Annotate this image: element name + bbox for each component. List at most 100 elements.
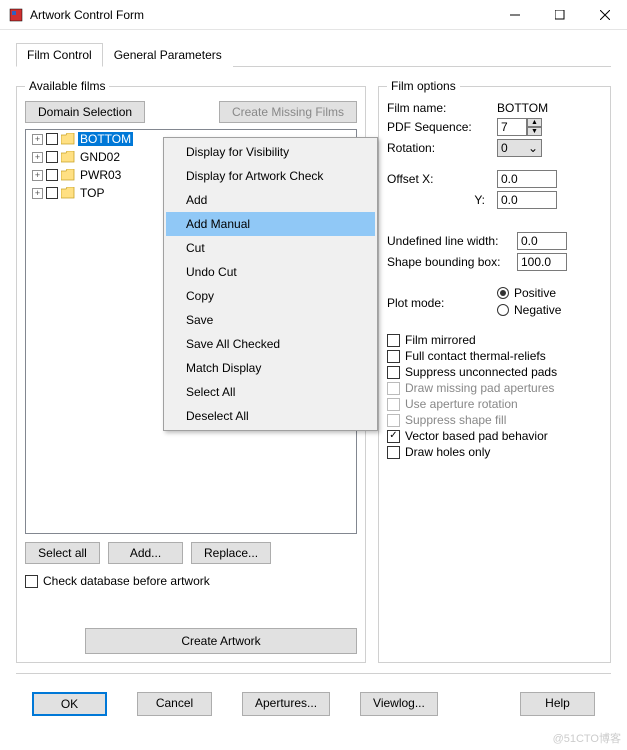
check-database-checkbox[interactable]: Check database before artwork (25, 574, 357, 588)
tree-item-label: TOP (78, 186, 106, 200)
tab-bar: Film Control General Parameters (16, 42, 611, 67)
rotation-label: Rotation: (387, 141, 497, 155)
checkbox-icon (387, 398, 400, 411)
plot-mode-label: Plot mode: (387, 296, 497, 310)
expander-icon[interactable]: + (32, 170, 43, 181)
folder-icon (61, 169, 75, 181)
expander-icon[interactable]: + (32, 134, 43, 145)
folder-icon (61, 133, 75, 145)
add-button[interactable]: Add... (108, 542, 183, 564)
undefined-line-label: Undefined line width: (387, 234, 517, 248)
plot-positive-radio[interactable]: Positive (497, 286, 561, 300)
maximize-button[interactable] (537, 0, 582, 29)
option-checkbox[interactable]: Full contact thermal-reliefs (387, 349, 602, 363)
checkbox-icon: ✓ (387, 430, 400, 443)
check-database-label: Check database before artwork (43, 574, 210, 588)
context-menu-item[interactable]: Display for Visibility (166, 140, 375, 164)
spin-down-icon[interactable]: ▼ (527, 127, 542, 136)
checkbox-icon[interactable] (46, 133, 58, 145)
context-menu: Display for VisibilityDisplay for Artwor… (163, 137, 378, 431)
option-checkbox-label: Use aperture rotation (405, 397, 518, 411)
offset-x-input[interactable]: 0.0 (497, 170, 557, 188)
create-artwork-button[interactable]: Create Artwork (85, 628, 357, 654)
window-title: Artwork Control Form (30, 8, 492, 22)
footer-bar: OK Cancel Apertures... Viewlog... Help (16, 684, 611, 724)
domain-selection-button[interactable]: Domain Selection (25, 101, 145, 123)
context-menu-item[interactable]: Cut (166, 236, 375, 260)
expander-icon[interactable]: + (32, 152, 43, 163)
context-menu-item[interactable]: Add Manual (166, 212, 375, 236)
checkbox-icon[interactable] (46, 187, 58, 199)
option-checkbox-label: Suppress unconnected pads (405, 365, 557, 379)
option-checkbox[interactable]: ✓Vector based pad behavior (387, 429, 602, 443)
tree-item-label: GND02 (78, 150, 122, 164)
context-menu-item[interactable]: Add (166, 188, 375, 212)
tree-item-label: BOTTOM (78, 132, 133, 146)
replace-button[interactable]: Replace... (191, 542, 271, 564)
pdf-sequence-spinner[interactable]: 7 ▲▼ (497, 118, 542, 136)
option-checkbox[interactable]: Draw holes only (387, 445, 602, 459)
separator (16, 673, 611, 674)
spin-up-icon[interactable]: ▲ (527, 118, 542, 127)
checkbox-icon (25, 575, 38, 588)
radio-icon (497, 304, 509, 316)
context-menu-item[interactable]: Match Display (166, 356, 375, 380)
tab-film-control[interactable]: Film Control (16, 43, 103, 67)
tree-item-label: PWR03 (78, 168, 123, 182)
plot-negative-radio[interactable]: Negative (497, 303, 561, 317)
checkbox-icon (387, 382, 400, 395)
film-options-group: Film options Film name:BOTTOM PDF Sequen… (378, 79, 611, 663)
select-all-button[interactable]: Select all (25, 542, 100, 564)
expander-icon[interactable]: + (32, 188, 43, 199)
context-menu-item[interactable]: Copy (166, 284, 375, 308)
context-menu-item[interactable]: Display for Artwork Check (166, 164, 375, 188)
checkbox-icon (387, 446, 400, 459)
viewlog-button[interactable]: Viewlog... (360, 692, 438, 716)
checkbox-icon[interactable] (46, 169, 58, 181)
checkbox-icon (387, 366, 400, 379)
option-checkbox-label: Film mirrored (405, 333, 476, 347)
close-button[interactable] (582, 0, 627, 29)
option-checkbox-label: Draw missing pad apertures (405, 381, 554, 395)
undefined-line-input[interactable]: 0.0 (517, 232, 567, 250)
context-menu-item[interactable]: Deselect All (166, 404, 375, 428)
film-name-label: Film name: (387, 101, 497, 115)
shape-box-input[interactable]: 100.0 (517, 253, 567, 271)
context-menu-item[interactable]: Save All Checked (166, 332, 375, 356)
context-menu-item[interactable]: Save (166, 308, 375, 332)
available-films-legend: Available films (25, 79, 109, 93)
rotation-dropdown[interactable]: 0⌄ (497, 139, 542, 157)
help-button[interactable]: Help (520, 692, 595, 716)
checkbox-icon (387, 414, 400, 427)
folder-icon (61, 151, 75, 163)
offset-x-label: Offset X: (387, 172, 497, 186)
offset-y-input[interactable]: 0.0 (497, 191, 557, 209)
checkbox-icon (387, 334, 400, 347)
ok-button[interactable]: OK (32, 692, 107, 716)
film-name-value: BOTTOM (497, 101, 602, 115)
context-menu-item[interactable]: Select All (166, 380, 375, 404)
cancel-button[interactable]: Cancel (137, 692, 212, 716)
offset-y-label: Y: (387, 193, 497, 207)
watermark: @51CTO博客 (553, 730, 621, 746)
apertures-button[interactable]: Apertures... (242, 692, 330, 716)
option-checkbox-label: Full contact thermal-reliefs (405, 349, 546, 363)
checkbox-icon (387, 350, 400, 363)
option-checkbox[interactable]: Film mirrored (387, 333, 602, 347)
shape-box-label: Shape bounding box: (387, 255, 517, 269)
option-checkbox: Use aperture rotation (387, 397, 602, 411)
chevron-down-icon: ⌄ (528, 141, 538, 155)
option-checkbox[interactable]: Suppress unconnected pads (387, 365, 602, 379)
tab-general-parameters[interactable]: General Parameters (103, 43, 233, 67)
option-checkbox: Suppress shape fill (387, 413, 602, 427)
folder-icon (61, 187, 75, 199)
context-menu-item[interactable]: Undo Cut (166, 260, 375, 284)
option-checkbox-label: Suppress shape fill (405, 413, 506, 427)
app-icon (8, 7, 24, 23)
option-checkbox: Draw missing pad apertures (387, 381, 602, 395)
minimize-button[interactable] (492, 0, 537, 29)
titlebar: Artwork Control Form (0, 0, 627, 30)
checkbox-icon[interactable] (46, 151, 58, 163)
create-missing-films-button[interactable]: Create Missing Films (219, 101, 357, 123)
radio-icon (497, 287, 509, 299)
